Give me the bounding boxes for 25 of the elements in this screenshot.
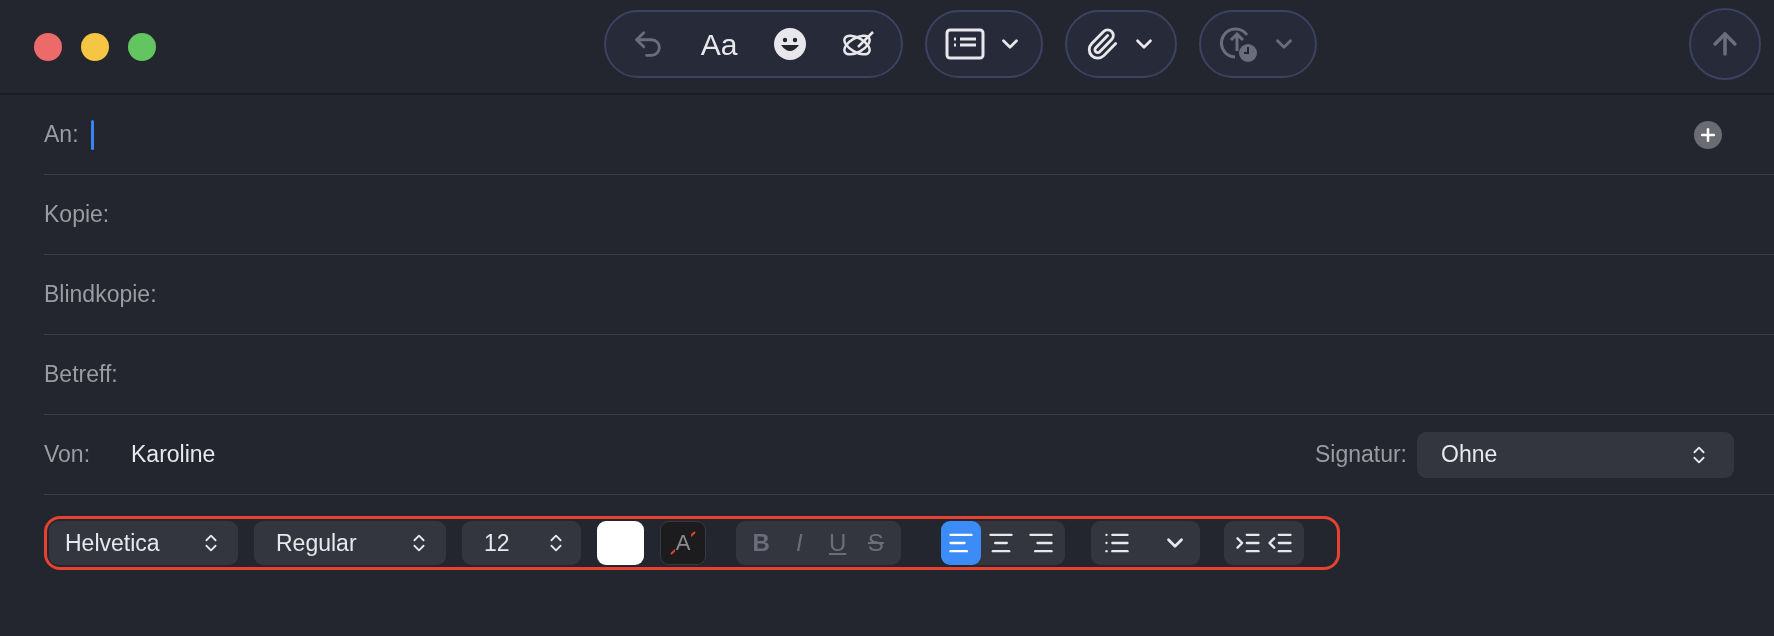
text-color-swatch[interactable]: [597, 521, 644, 565]
window-button[interactable]: [34, 32, 62, 61]
field-label: Kopie:: [44, 200, 110, 230]
header-fields-icon: [945, 28, 985, 60]
field-label: Betreff:: [44, 360, 118, 390]
from-value: Karoline: [131, 440, 216, 470]
font-dropdown[interactable]: Helvetica: [49, 521, 238, 565]
alignment-button[interactable]: [941, 521, 981, 565]
add-contact-button[interactable]: [1694, 120, 1722, 149]
field-label: An:: [44, 120, 79, 150]
highlight-color-swatch[interactable]: A: [660, 521, 706, 565]
window-button[interactable]: [128, 32, 156, 61]
field-label: Blindkopie:: [44, 280, 157, 310]
from-label: Von:: [44, 440, 92, 470]
clock-upload-icon: [1219, 25, 1259, 63]
list-style-dropdown[interactable]: [1091, 521, 1200, 565]
signature-label: Signatur:: [1314, 440, 1407, 470]
size-dropdown[interactable]: 12: [462, 521, 581, 565]
style-dropdown[interactable]: Regular: [254, 521, 446, 565]
signature-dropdown[interactable]: Ohne: [1417, 431, 1734, 478]
format-button[interactable]: Aa: [688, 16, 750, 72]
paperclip-icon: [1085, 27, 1119, 61]
smiley-icon: [773, 27, 808, 61]
highlight-letter: A: [674, 532, 692, 554]
window-button[interactable]: [81, 32, 109, 61]
